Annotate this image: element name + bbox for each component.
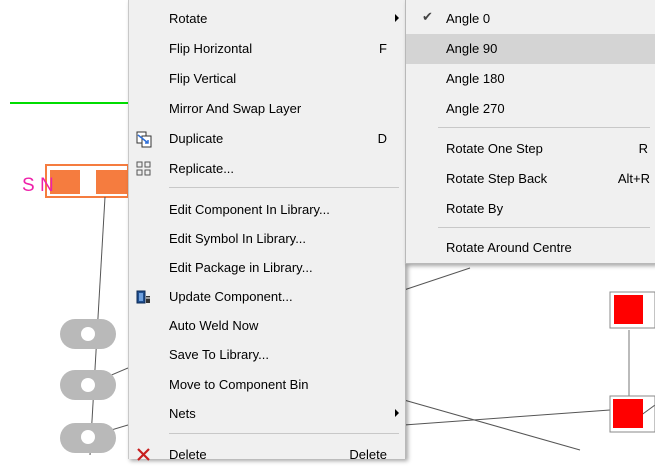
menu-item-label: Edit Package in Library... — [169, 260, 313, 275]
menu-item-label: Angle 180 — [446, 71, 505, 86]
menu-item-label: Replicate... — [169, 161, 235, 176]
menu-item-label: Edit Symbol In Library... — [169, 231, 307, 246]
menu-item-flip-horizontal[interactable]: Flip Horizontal F — [129, 34, 405, 64]
menu-item-label: Rotate One Step — [446, 141, 543, 156]
update-component-icon — [136, 290, 150, 304]
submenu-item-angle-180[interactable]: Angle 180 — [406, 64, 655, 94]
menu-item-label: Auto Weld Now — [169, 318, 259, 333]
menu-item-shortcut: Delete — [349, 447, 387, 462]
red-pad-1 — [614, 295, 643, 324]
orange-pad-left — [50, 170, 80, 194]
menu-item-label: Mirror And Swap Layer — [169, 101, 302, 116]
ratsnest-line — [403, 399, 581, 451]
grey-pad-2 — [60, 370, 116, 400]
menu-item-duplicate[interactable]: Duplicate D — [129, 124, 405, 154]
menu-item-label: Angle 0 — [446, 11, 491, 26]
menu-item-edit-component-in-library[interactable]: Edit Component In Library... — [129, 195, 405, 225]
component-label: S N — [22, 175, 54, 196]
menu-separator — [169, 433, 399, 434]
menu-item-label: Rotate — [169, 11, 208, 26]
submenu-arrow-icon — [395, 14, 399, 22]
menu-item-delete[interactable]: Delete Delete — [129, 440, 405, 470]
menu-item-label: Nets — [169, 406, 196, 421]
menu-item-shortcut: D — [377, 131, 387, 146]
menu-separator — [438, 227, 650, 228]
submenu-item-angle-0[interactable]: ✔ Angle 0 — [406, 4, 655, 34]
context-menu: Rotate Flip Horizontal F Flip Vertical M… — [128, 0, 406, 462]
menu-separator — [169, 187, 399, 188]
ratsnest-line — [403, 409, 611, 426]
menu-item-rotate[interactable]: Rotate — [129, 4, 405, 34]
menu-item-move-to-component-bin[interactable]: Move to Component Bin — [129, 370, 405, 400]
replicate-icon — [136, 161, 151, 176]
menu-item-label: Edit Component In Library... — [169, 202, 330, 217]
menu-item-edit-package-in-library[interactable]: Edit Package in Library... — [129, 253, 405, 283]
grey-pad-3 — [60, 423, 116, 453]
submenu-item-rotate-step-back[interactable]: Rotate Step Back Alt+R — [406, 164, 655, 194]
menu-item-label: Save To Library... — [169, 347, 269, 362]
menu-item-label: Duplicate — [169, 131, 224, 146]
submenu-item-rotate-around-centre[interactable]: Rotate Around Centre — [406, 233, 655, 263]
menu-item-shortcut: Alt+R — [617, 171, 650, 186]
rotate-submenu: ✔ Angle 0 Angle 90 Angle 180 Angle 270 R… — [405, 0, 655, 264]
menu-item-auto-weld-now[interactable]: Auto Weld Now — [129, 311, 405, 341]
menu-item-label: Delete — [169, 447, 207, 462]
menu-item-label: Move to Component Bin — [169, 377, 309, 392]
menu-item-label: Rotate Around Centre — [446, 240, 572, 255]
menu-item-nets[interactable]: Nets — [129, 399, 405, 429]
submenu-arrow-icon — [395, 409, 399, 417]
ratsnest-line — [403, 267, 471, 291]
red-pad-2 — [613, 399, 643, 428]
menu-item-label: Flip Horizontal — [169, 41, 253, 56]
submenu-item-rotate-by[interactable]: Rotate By — [406, 194, 655, 224]
delete-icon — [137, 448, 150, 461]
duplicate-icon — [136, 131, 152, 148]
menu-item-update-component[interactable]: Update Component... — [129, 282, 405, 312]
menu-item-flip-vertical[interactable]: Flip Vertical — [129, 64, 405, 94]
submenu-item-angle-270[interactable]: Angle 270 — [406, 94, 655, 124]
menu-item-shortcut: F — [379, 41, 387, 56]
menu-item-label: Update Component... — [169, 289, 293, 304]
submenu-item-angle-90[interactable]: Angle 90 — [406, 34, 655, 64]
menu-item-mirror-and-swap-layer[interactable]: Mirror And Swap Layer — [129, 94, 405, 124]
menu-item-label: Rotate Step Back — [446, 171, 548, 186]
menu-item-shortcut: R — [638, 141, 648, 156]
menu-item-label: Angle 90 — [446, 41, 498, 56]
menu-item-save-to-library[interactable]: Save To Library... — [129, 340, 405, 370]
menu-item-edit-symbol-in-library[interactable]: Edit Symbol In Library... — [129, 224, 405, 254]
checkmark-icon: ✔ — [422, 9, 433, 24]
menu-item-label: Rotate By — [446, 201, 504, 216]
menu-item-replicate[interactable]: Replicate... — [129, 154, 405, 184]
grey-pad-1 — [60, 319, 116, 349]
menu-separator — [438, 127, 650, 128]
orange-pad-right — [96, 170, 128, 194]
menu-item-label: Flip Vertical — [169, 71, 237, 86]
submenu-item-rotate-one-step[interactable]: Rotate One Step R — [406, 134, 655, 164]
menu-item-label: Angle 270 — [446, 101, 505, 116]
